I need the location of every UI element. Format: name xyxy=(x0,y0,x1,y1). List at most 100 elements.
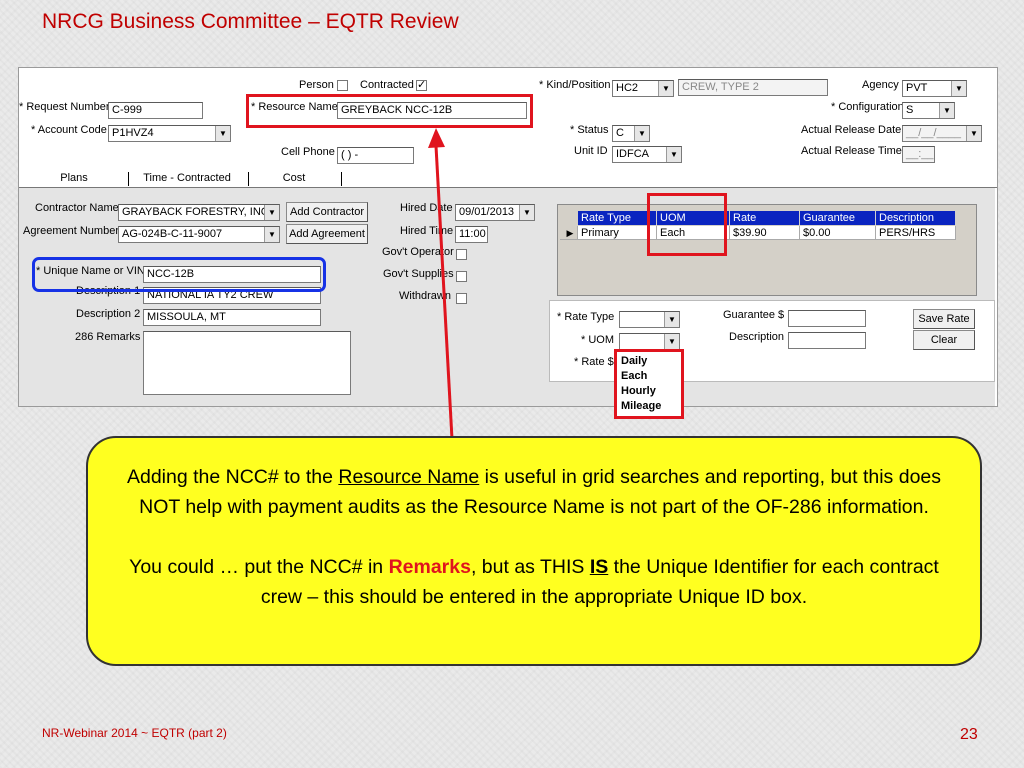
tab-divider xyxy=(128,172,129,186)
chevron-down-icon[interactable]: ▼ xyxy=(939,103,954,118)
account-code-value: P1HVZ4 xyxy=(112,127,154,139)
chevron-down-icon[interactable]: ▼ xyxy=(664,312,679,327)
status-value: C xyxy=(616,127,624,139)
rate-grid-header: Rate Type UOM Rate Guarantee Description xyxy=(578,211,956,225)
rate-type-select[interactable]: ▼ xyxy=(619,311,680,328)
request-number-field[interactable]: C-999 xyxy=(108,102,203,119)
chevron-down-icon[interactable]: ▼ xyxy=(966,126,981,141)
add-contractor-button[interactable]: Add Contractor xyxy=(286,202,368,222)
contractor-name-label: Contractor Name xyxy=(35,202,119,214)
callout-box: Adding the NCC# to the Resource Name is … xyxy=(86,436,982,666)
chevron-down-icon[interactable]: ▼ xyxy=(666,147,681,162)
slide-footer: NR-Webinar 2014 ~ EQTR (part 2) xyxy=(42,726,227,740)
page-number: 23 xyxy=(960,726,978,743)
row-pointer-icon: ▶ xyxy=(560,226,578,240)
chevron-down-icon[interactable]: ▼ xyxy=(519,205,534,220)
status-select[interactable]: C ▼ xyxy=(612,125,650,142)
contracted-checkbox[interactable]: ✓ xyxy=(416,80,427,91)
tab-cost[interactable]: Cost xyxy=(259,170,329,186)
agency-value: PVT xyxy=(906,82,928,94)
chevron-down-icon[interactable]: ▼ xyxy=(664,334,679,349)
guarantee-label: Guarantee $ xyxy=(723,309,785,321)
account-code-label: * Account Code xyxy=(31,124,107,136)
column-header-rate-type[interactable]: Rate Type xyxy=(578,211,657,225)
column-header-description[interactable]: Description xyxy=(876,211,956,225)
request-number-label: * Request Number xyxy=(19,101,110,113)
callout-paragraph-2: You could … put the NCC# in Remarks, but… xyxy=(129,556,939,608)
save-rate-button[interactable]: Save Rate xyxy=(913,309,975,329)
red-arrow-annotation xyxy=(428,128,454,440)
unit-id-label: Unit ID xyxy=(574,145,608,157)
agreement-number-label: Agreement Number xyxy=(23,225,119,237)
slide-title: NRCG Business Committee – EQTR Review xyxy=(42,10,459,33)
actual-release-time-field[interactable]: __:__ xyxy=(902,146,935,163)
uom-option: Hourly xyxy=(621,385,656,397)
is-emphasis: IS xyxy=(589,556,609,578)
uom-option: Daily xyxy=(621,355,648,367)
remarks-label: 286 Remarks xyxy=(75,331,141,343)
kind-position-description: CREW, TYPE 2 xyxy=(678,79,828,96)
actual-release-date-field[interactable]: __/__/____ ▼ xyxy=(902,125,982,142)
column-header-guarantee[interactable]: Guarantee xyxy=(800,211,876,225)
agreement-number-value: AG-024B-C-11-9007 xyxy=(122,228,223,240)
cell-rate: $39.90 xyxy=(730,226,800,240)
person-checkbox[interactable] xyxy=(337,80,348,91)
resource-name-emphasis: Resource Name xyxy=(338,466,480,488)
agency-label: Agency xyxy=(862,79,899,91)
cell-phone-field[interactable]: ( ) - xyxy=(337,147,414,164)
cell-phone-label: Cell Phone xyxy=(281,146,335,158)
tab-divider xyxy=(341,172,342,186)
contracted-label: Contracted xyxy=(360,79,414,91)
tab-divider xyxy=(248,172,249,186)
chevron-down-icon[interactable]: ▼ xyxy=(215,126,230,141)
tab-time-contracted[interactable]: Time - Contracted xyxy=(137,170,237,186)
chevron-down-icon[interactable]: ▼ xyxy=(264,227,279,242)
add-agreement-button[interactable]: Add Agreement xyxy=(286,224,368,244)
description2-label: Description 2 xyxy=(76,308,141,320)
guarantee-field[interactable] xyxy=(788,310,866,327)
agreement-number-select[interactable]: AG-024B-C-11-9007 ▼ xyxy=(118,226,280,243)
actual-release-date-value: __/__/____ xyxy=(906,127,962,139)
kind-position-label: * Kind/Position xyxy=(539,79,611,91)
configuration-label: * Configuration xyxy=(831,101,904,113)
uom-label: * UOM xyxy=(581,334,614,346)
description-field[interactable] xyxy=(788,332,866,349)
configuration-select[interactable]: S ▼ xyxy=(902,102,955,119)
remarks-emphasis: Remarks xyxy=(388,556,471,578)
table-row[interactable]: ▶ Primary Each $39.90 $0.00 PERS/HRS xyxy=(560,226,956,240)
callout-paragraph-1: Adding the NCC# to the Resource Name is … xyxy=(126,466,942,518)
actual-release-time-label: Actual Release Time xyxy=(801,145,902,157)
contractor-name-value: GRAYBACK FORESTRY, INC xyxy=(122,206,269,218)
cell-guarantee: $0.00 xyxy=(800,226,876,240)
uom-option: Mileage xyxy=(621,400,662,412)
remarks-textarea[interactable] xyxy=(143,331,351,395)
chevron-down-icon[interactable]: ▼ xyxy=(658,81,673,96)
configuration-value: S xyxy=(906,104,914,116)
contractor-name-select[interactable]: GRAYBACK FORESTRY, INC ▼ xyxy=(118,204,280,221)
actual-release-date-label: Actual Release Date xyxy=(801,124,902,136)
kind-position-value: HC2 xyxy=(616,82,639,94)
rate-type-label: * Rate Type xyxy=(557,311,615,323)
account-code-select[interactable]: P1HVZ4 ▼ xyxy=(108,125,231,142)
uom-column-highlight xyxy=(647,193,727,256)
clear-button[interactable]: Clear xyxy=(913,330,975,350)
person-label: Person xyxy=(299,79,334,91)
description-label: Description xyxy=(729,331,785,343)
chevron-down-icon[interactable]: ▼ xyxy=(951,81,966,96)
unit-id-value: IDFCA xyxy=(616,148,649,160)
chevron-down-icon[interactable]: ▼ xyxy=(634,126,649,141)
tab-plans[interactable]: Plans xyxy=(39,170,109,186)
uom-select[interactable]: ▼ xyxy=(619,333,680,350)
agency-select[interactable]: PVT ▼ xyxy=(902,80,967,97)
cell-rate-type: Primary xyxy=(578,226,657,240)
kind-position-select[interactable]: HC2 ▼ xyxy=(612,80,674,97)
cell-description: PERS/HRS xyxy=(876,226,956,240)
rate-grid[interactable]: Rate Type UOM Rate Guarantee Description… xyxy=(557,204,977,296)
column-header-rate[interactable]: Rate xyxy=(730,211,800,225)
description2-field[interactable]: MISSOULA, MT xyxy=(143,309,321,326)
unit-id-select[interactable]: IDFCA ▼ xyxy=(612,146,682,163)
unique-name-highlight xyxy=(32,257,326,292)
chevron-down-icon[interactable]: ▼ xyxy=(264,205,279,220)
status-label: * Status xyxy=(570,124,609,136)
uom-options-list: Daily Each Hourly Mileage xyxy=(614,349,684,419)
